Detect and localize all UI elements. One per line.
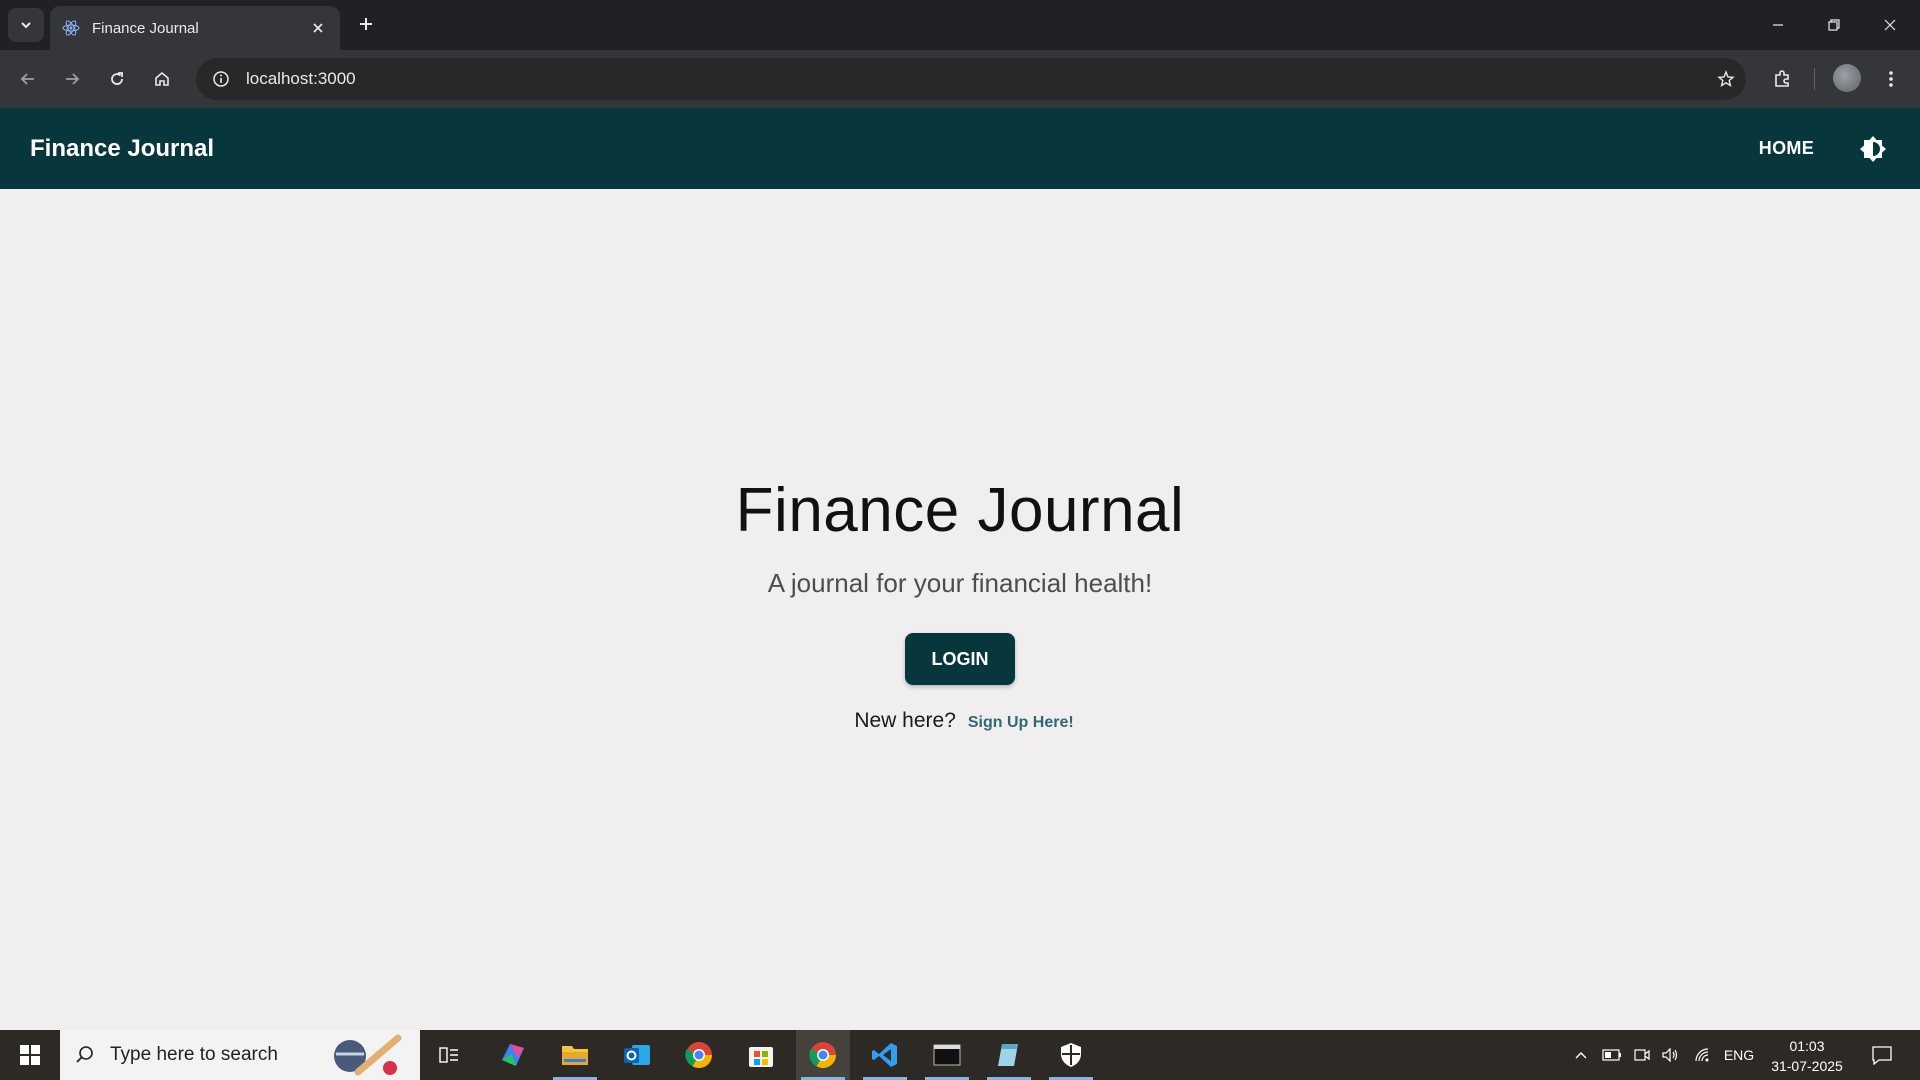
chrome-icon <box>809 1042 837 1069</box>
volume-status[interactable] <box>1656 1030 1684 1080</box>
hero-title: Finance Journal <box>735 476 1185 545</box>
toolbar-separator <box>1814 68 1815 90</box>
windows-icon <box>20 1045 40 1065</box>
vscode-app[interactable] <box>858 1030 912 1080</box>
file-explorer-app[interactable] <box>548 1030 602 1080</box>
browser-toolbar: localhost:3000 <box>0 50 1920 108</box>
store-icon <box>749 1047 773 1067</box>
folder-icon <box>562 1046 588 1065</box>
url-text: localhost:3000 <box>246 69 356 88</box>
language-indicator[interactable]: ENG <box>1718 1030 1760 1080</box>
browser-tabbar: Finance Journal <box>0 0 1920 50</box>
minimize-button[interactable] <box>1750 0 1806 50</box>
login-button[interactable]: LOGIN <box>905 633 1015 685</box>
kebab-menu-icon <box>1889 71 1893 87</box>
theme-toggle-button[interactable] <box>1856 132 1890 166</box>
start-button[interactable] <box>0 1030 60 1080</box>
notifications-button[interactable] <box>1862 1030 1902 1080</box>
outlook-icon <box>624 1045 650 1065</box>
react-icon <box>62 19 80 37</box>
notification-icon <box>1872 1046 1892 1065</box>
chrome-icon <box>685 1042 713 1069</box>
search-highlight-cricket-icon <box>334 1034 402 1076</box>
forward-button[interactable] <box>56 63 88 95</box>
new-here-text: New here? <box>854 709 956 732</box>
bookmark-star-icon[interactable] <box>1706 59 1746 99</box>
browser-tab[interactable]: Finance Journal <box>50 6 340 50</box>
clock-time: 01:03 <box>1789 1038 1825 1054</box>
network-status[interactable] <box>1688 1030 1718 1080</box>
battery-icon <box>1602 1049 1621 1061</box>
browser-menu-button[interactable] <box>1875 63 1907 95</box>
new-tab-button[interactable] <box>352 10 380 38</box>
windows-taskbar: Type here to search ENG 01:03 31-07-2025 <box>0 1030 1920 1080</box>
terminal-app[interactable] <box>920 1030 974 1080</box>
restore-button[interactable] <box>1806 0 1862 50</box>
address-bar[interactable]: localhost:3000 <box>196 58 1746 100</box>
signup-link[interactable]: Sign Up Here! <box>968 714 1074 732</box>
chevron-down-icon <box>21 22 31 29</box>
app-header: Finance Journal HOME <box>0 108 1920 189</box>
extensions-button[interactable] <box>1766 63 1798 95</box>
chevron-up-icon <box>1575 1052 1587 1059</box>
puzzle-icon <box>1775 70 1789 87</box>
battery-status[interactable] <box>1598 1030 1626 1080</box>
arrow-right-icon <box>66 73 80 85</box>
wifi-icon <box>1695 1048 1709 1062</box>
nav-home-link[interactable]: HOME <box>1759 138 1814 159</box>
notepad-icon <box>998 1044 1018 1066</box>
tray-overflow-button[interactable] <box>1568 1030 1594 1080</box>
shield-icon <box>1061 1043 1081 1067</box>
speaker-icon <box>1662 1047 1678 1063</box>
task-view-icon <box>439 1047 458 1063</box>
task-view-button[interactable] <box>422 1030 476 1080</box>
tab-search-button[interactable] <box>8 8 44 42</box>
chrome-active-app[interactable] <box>796 1030 850 1080</box>
back-button[interactable] <box>12 63 44 95</box>
microsoft-store-app[interactable] <box>734 1030 788 1080</box>
restore-icon <box>1828 19 1840 31</box>
notepad-app[interactable] <box>982 1030 1036 1080</box>
close-window-button[interactable] <box>1862 0 1918 50</box>
m365-icon <box>502 1044 524 1066</box>
hero-section: Finance Journal A journal for your finan… <box>0 189 1920 1030</box>
profile-avatar[interactable] <box>1833 64 1861 92</box>
search-icon <box>74 1044 96 1066</box>
tab-title: Finance Journal <box>92 19 199 37</box>
meet-now-status[interactable] <box>1628 1030 1656 1080</box>
tab-close-icon[interactable] <box>308 18 328 38</box>
outlook-app[interactable] <box>610 1030 664 1080</box>
home-icon <box>155 71 169 86</box>
hero-subtitle: A journal for your financial health! <box>767 568 1153 598</box>
vscode-icon <box>872 1043 897 1067</box>
arrow-left-icon <box>20 73 34 85</box>
search-placeholder: Type here to search <box>110 1044 278 1065</box>
brand-title[interactable]: Finance Journal <box>30 135 1759 163</box>
minimize-icon <box>1773 24 1783 26</box>
home-button[interactable] <box>146 63 178 95</box>
terminal-icon <box>933 1044 961 1066</box>
camera-icon <box>1634 1049 1650 1061</box>
clock-date: 31-07-2025 <box>1771 1058 1843 1074</box>
plus-icon <box>360 18 372 30</box>
taskbar-clock[interactable]: 01:03 31-07-2025 <box>1764 1036 1850 1076</box>
site-info-icon[interactable] <box>208 66 234 92</box>
close-icon <box>1884 19 1896 31</box>
security-app[interactable] <box>1044 1030 1098 1080</box>
chrome-app[interactable] <box>672 1030 726 1080</box>
reload-icon <box>111 72 123 85</box>
reload-button[interactable] <box>101 63 133 95</box>
m365-copilot-app[interactable] <box>486 1030 540 1080</box>
brightness-icon <box>1860 135 1886 162</box>
signup-row: New here? Sign Up Here! <box>854 709 1073 733</box>
